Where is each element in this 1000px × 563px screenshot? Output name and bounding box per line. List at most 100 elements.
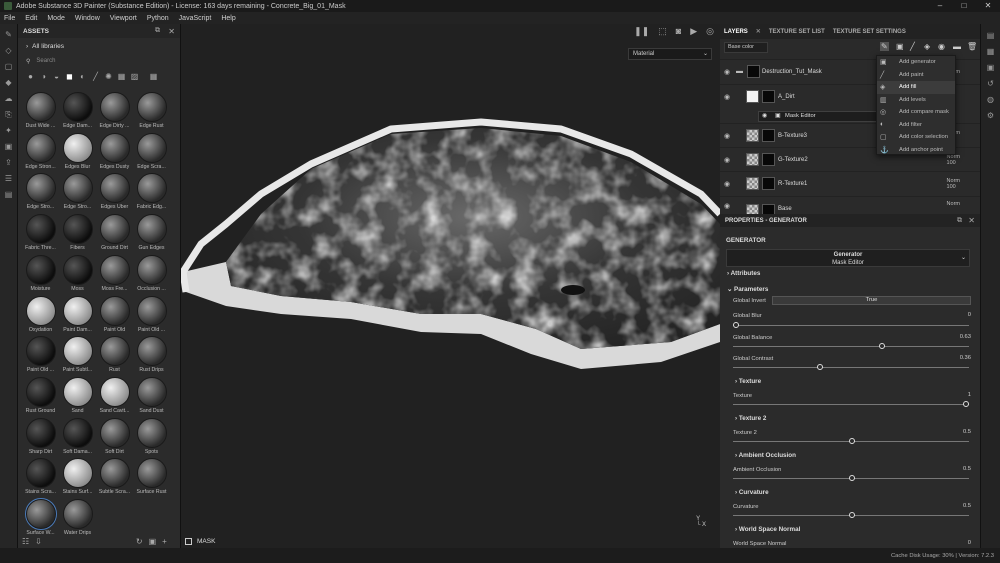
slider-knob[interactable] (879, 343, 885, 349)
param-value[interactable]: 0.5 (963, 503, 971, 509)
polygon-fill-icon[interactable]: ◆ (4, 78, 14, 88)
filter-brushes-icon[interactable]: ╱ (89, 72, 102, 81)
material-select[interactable]: Material ⌄ (628, 48, 712, 60)
asset-tile[interactable]: Spots (133, 417, 170, 459)
filter-particles-icon[interactable]: ✺ (102, 72, 115, 81)
maximize-button[interactable]: □ (952, 0, 976, 12)
asset-tile[interactable]: Paint Old ... (133, 295, 170, 337)
refresh-icon[interactable]: ↻ (136, 537, 143, 546)
grid-view-icon[interactable]: ▦ (147, 72, 160, 81)
menu-mode[interactable]: Mode (47, 15, 65, 22)
asset-tile[interactable]: Stains Scra... (22, 458, 59, 499)
param-value[interactable]: 0 (968, 312, 971, 318)
asset-tile[interactable]: Rust (96, 336, 133, 377)
global-invert-toggle[interactable]: True (772, 296, 971, 305)
asset-tile[interactable]: Edge Dirty ... (96, 92, 133, 133)
screenshot-icon[interactable]: ◎ (706, 26, 714, 37)
texture-set-icon[interactable]: ▦ (981, 47, 1000, 56)
slider-track[interactable] (733, 346, 969, 347)
import-icon[interactable]: ⇩ (35, 537, 42, 546)
slider-knob[interactable] (849, 438, 855, 444)
asset-tile[interactable]: Rust Ground (22, 376, 59, 418)
slider-track[interactable] (733, 325, 969, 326)
param-value[interactable]: 0.36 (960, 355, 971, 361)
asset-tile[interactable]: Edges Dusty (96, 132, 133, 174)
shelf-icon[interactable]: ▤ (4, 190, 14, 200)
blend-mode[interactable]: Norm100 (947, 178, 960, 190)
asset-tile[interactable]: Edge Rust (133, 92, 170, 133)
properties-icon[interactable]: ▣ (981, 63, 1000, 72)
viewport-3d[interactable]: ❚❚ ⬚ ◙ ▶ ◎ Material ⌄ Y └ X MASK (181, 24, 720, 548)
add-smart-material-icon[interactable]: ◉ (938, 42, 945, 51)
menu-item-add-compare-mask[interactable]: ◎ Add compare mask (877, 106, 955, 119)
filter-masks-icon[interactable]: ◒ (50, 72, 63, 81)
channel-select[interactable]: Base color (724, 41, 768, 53)
render-icon[interactable]: ◙ (676, 26, 681, 37)
asset-tile[interactable]: Soft Dama... (59, 417, 96, 459)
texture2-section[interactable]: › Texture 2 (735, 415, 766, 422)
slider-track[interactable] (733, 367, 969, 368)
menu-file[interactable]: File (4, 15, 15, 22)
add-folder-icon[interactable]: ▬ (953, 42, 961, 51)
display-settings-icon[interactable]: ⚙ (981, 111, 1000, 120)
asset-tile[interactable]: Fabric Edg... (133, 173, 170, 214)
delete-icon[interactable]: 🗑 (967, 42, 977, 51)
menu-help[interactable]: Help (221, 15, 235, 22)
add-mask-icon[interactable]: ▣ (896, 42, 904, 51)
slider-knob[interactable] (849, 475, 855, 481)
menu-item-add-color-selection[interactable]: ▢ Add color selection (877, 131, 955, 144)
eye-icon[interactable]: ◉ (724, 156, 730, 164)
menu-javascript[interactable]: JavaScript (179, 15, 212, 22)
asset-tile[interactable]: Subtle Scra... (96, 458, 133, 499)
clone-icon[interactable]: ⎘ (4, 110, 14, 120)
menu-window[interactable]: Window (75, 15, 100, 22)
menu-item-add-fill[interactable]: ◈ Add fill (877, 81, 955, 94)
menu-item-add-generator[interactable]: ▣ Add generator (877, 56, 955, 69)
filter-materials-icon[interactable]: ● (24, 72, 37, 81)
filter-filters-icon[interactable]: ◐ (76, 72, 89, 81)
eye-icon[interactable]: ◉ (724, 180, 730, 188)
asset-tile[interactable]: Edge Scra... (133, 132, 170, 174)
tab-texture-set-list[interactable]: TEXTURE SET LIST (769, 29, 825, 35)
video-icon[interactable]: ▶ (690, 26, 697, 37)
search-input[interactable]: Search (36, 58, 55, 64)
mask-mode-icon[interactable] (185, 537, 192, 545)
shader-icon[interactable]: ◍ (981, 95, 1000, 104)
asset-tile[interactable]: Ground Dirt (96, 214, 133, 255)
slider-track[interactable] (733, 404, 969, 405)
close-icon[interactable]: ✕ (168, 27, 175, 36)
menu-python[interactable]: Python (147, 15, 169, 22)
assets-icon[interactable]: ▣ (4, 142, 14, 152)
slider-knob[interactable] (817, 364, 823, 370)
asset-tile[interactable]: Occlusion ... (133, 254, 170, 296)
tab-layers[interactable]: LAYERS (724, 29, 748, 35)
history-icon[interactable]: ↺ (981, 79, 1000, 88)
smudge-icon[interactable]: ☁ (4, 94, 14, 104)
param-value[interactable]: 0.5 (963, 429, 971, 435)
asset-tile[interactable]: Sand Cavit... (96, 376, 133, 418)
undock-icon[interactable]: ⧉ (155, 27, 160, 35)
asset-tile[interactable]: Edges Uber (96, 173, 133, 214)
asset-tile[interactable]: Edge Stro... (59, 173, 96, 214)
asset-tile[interactable]: Fibers (59, 214, 96, 255)
asset-tile[interactable]: Edge Stro... (22, 173, 59, 214)
filter-smart-masks-icon[interactable]: ◼ (63, 72, 76, 81)
menu-item-add-anchor-point[interactable]: ⚓ Add anchor point (877, 144, 955, 157)
filter-list-icon[interactable]: ☷ (22, 537, 29, 546)
eye-icon[interactable]: ◉ (724, 202, 730, 210)
asset-tile[interactable]: Moisture (22, 254, 59, 296)
asset-tile[interactable]: Paint Subtl... (59, 336, 96, 377)
asset-tile[interactable]: Fabric Thre... (22, 214, 59, 255)
add-paint-layer-icon[interactable]: ╱ (910, 42, 915, 51)
generator-select[interactable]: Generator Mask Editor ⌄ (726, 249, 970, 267)
paint-brush-icon[interactable]: ✎ (4, 30, 14, 40)
asset-tile[interactable]: Rust Drips (133, 336, 170, 377)
layer-row[interactable]: ◉ R-Texture1 Norm 100 (720, 171, 980, 195)
eye-icon[interactable]: ◉ (724, 132, 730, 140)
asset-tile[interactable]: Sharp Dirt (22, 417, 59, 459)
eye-icon[interactable]: ◉ (724, 68, 730, 76)
filter-textures-icon[interactable]: ▦ (115, 72, 128, 81)
menu-item-add-paint[interactable]: ╱ Add paint (877, 69, 955, 82)
asset-tile[interactable]: Gun Edges (133, 214, 170, 255)
tab-texture-set-settings[interactable]: TEXTURE SET SETTINGS (833, 29, 906, 35)
